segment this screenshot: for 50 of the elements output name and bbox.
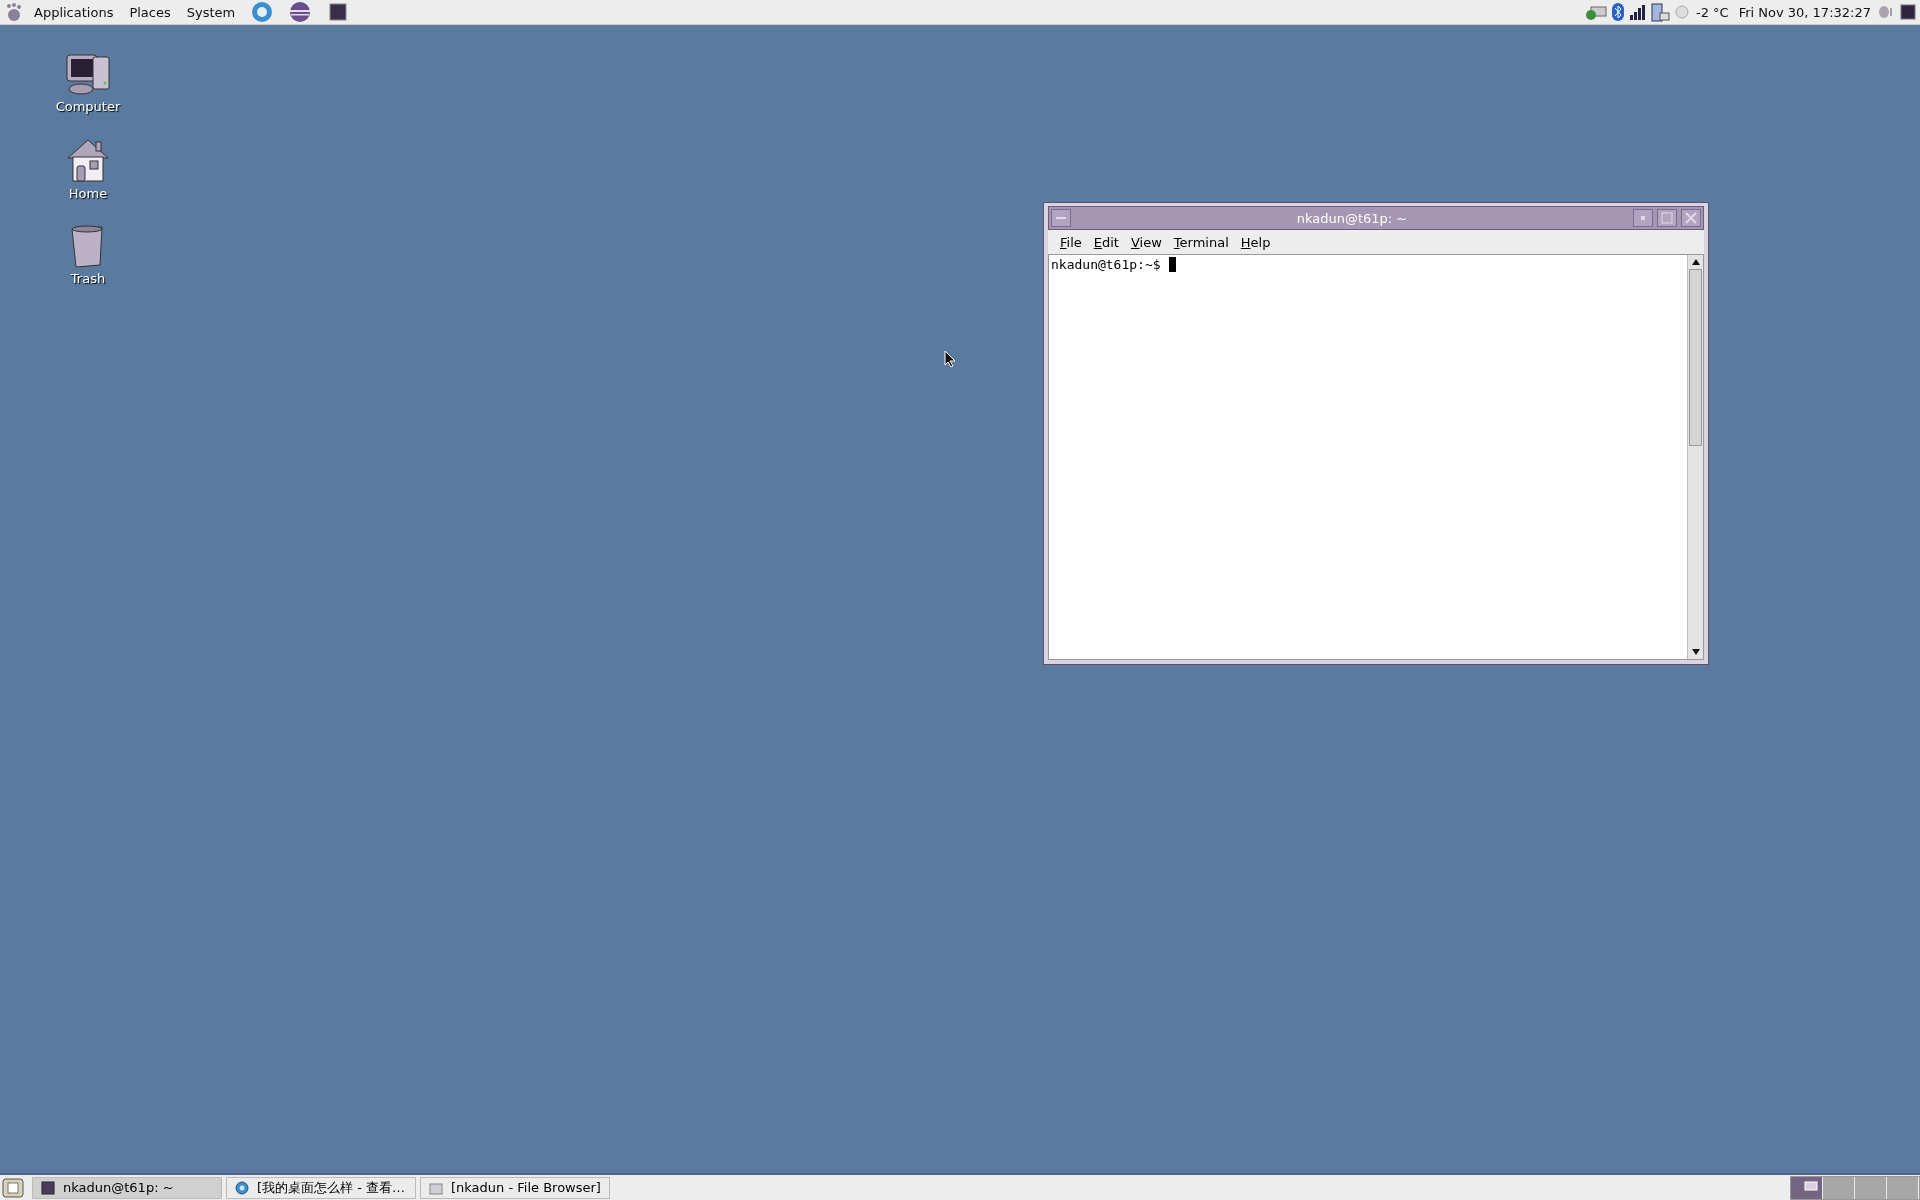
window-menu-button[interactable] (1051, 209, 1071, 227)
menu-item[interactable]: File (1056, 234, 1086, 250)
maximize-button[interactable] (1657, 209, 1677, 227)
minimize-button[interactable] (1633, 209, 1653, 227)
foot-icon (4, 2, 24, 22)
menu-item[interactable]: View (1126, 234, 1166, 250)
desktop-icon-label[interactable]: Trash (70, 271, 106, 286)
battery-plug-icon[interactable] (1651, 2, 1671, 22)
menu-item[interactable]: Help (1236, 234, 1275, 250)
folder-icon (429, 1180, 443, 1195)
globe-launcher-icon[interactable] (251, 1, 274, 23)
task-button[interactable]: [我的桌面怎么样 - 查看… (226, 1176, 416, 1199)
terminal-tray-icon[interactable] (1900, 4, 1916, 20)
terminal-launcher-icon[interactable] (328, 2, 349, 22)
signal-bars-icon[interactable] (1629, 4, 1647, 20)
panel-menu[interactable]: Places (123, 4, 177, 20)
panel-menu[interactable]: System (180, 4, 242, 20)
panel-menu[interactable]: Applications (28, 4, 120, 20)
up-arrow-icon (1691, 259, 1700, 265)
sphere-launcher-icon[interactable] (289, 1, 312, 23)
menu-item[interactable]: Edit (1089, 234, 1123, 250)
close-button[interactable] (1681, 209, 1701, 227)
temperature[interactable]: -2 °C (1696, 4, 1729, 20)
desktop-icon-label[interactable]: Home (68, 186, 108, 201)
computer-icon (63, 53, 113, 97)
workspace-button[interactable] (1887, 1176, 1919, 1199)
workspace-button[interactable] (1823, 1176, 1855, 1199)
window-thumbnail-icon (1804, 1180, 1818, 1191)
terminal-icon (41, 1180, 55, 1195)
scrollbar-thumb[interactable] (1689, 269, 1702, 446)
mouse-pointer-icon (944, 350, 956, 368)
text-cursor (1169, 257, 1177, 272)
workspace-button[interactable] (1791, 1176, 1823, 1199)
network-icon[interactable] (1585, 3, 1607, 21)
close-icon (1685, 212, 1697, 224)
weather-icon (1675, 5, 1689, 19)
window-title: nkadun@t61p: ~ (1295, 210, 1409, 226)
workspace-button[interactable] (1855, 1176, 1887, 1199)
scrollbar[interactable] (1687, 255, 1703, 659)
bluetooth-icon[interactable] (1611, 3, 1625, 21)
shell-prompt: nkadun@t61p:~$ (1051, 257, 1162, 272)
down-arrow-icon (1691, 649, 1700, 655)
square-icon (1661, 212, 1673, 224)
menu-item[interactable]: Terminal (1169, 234, 1233, 250)
clock[interactable]: Fri Nov 30, 17:32:27 (1738, 4, 1871, 20)
task-button[interactable]: [nkadun - File Browser] (420, 1176, 610, 1199)
desktop-icon-label[interactable]: Computer (55, 99, 121, 114)
globe-icon (235, 1180, 249, 1195)
task-button[interactable]: nkadun@t61p: ~ (32, 1176, 222, 1199)
show-desktop-icon[interactable] (2, 1177, 24, 1198)
